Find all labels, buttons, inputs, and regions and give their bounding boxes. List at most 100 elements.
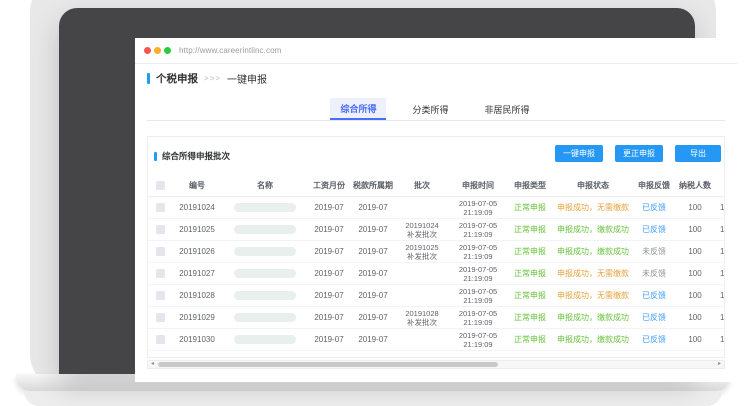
cell-truncated-value: 11	[716, 203, 725, 212]
cell-declare-type: 正常申报	[508, 202, 552, 213]
name-redacted-pill	[234, 225, 296, 234]
cell-taxpayer-count: 100	[674, 247, 716, 256]
name-redacted-pill	[234, 247, 296, 256]
cell-declare-type: 正常申报	[508, 334, 552, 345]
cell-tax-period: 2019-07	[350, 225, 396, 234]
table-row: 20191029 2019-07 2019-07 20191028 补发批次 2…	[148, 307, 725, 329]
cell-tax-period: 2019-07	[350, 313, 396, 322]
page-title: 个税申报	[156, 71, 198, 86]
cell-declare-type: 正常申报	[508, 312, 552, 323]
cell-taxpayer-count: 100	[674, 225, 716, 234]
row-checkbox[interactable]	[156, 335, 165, 344]
cell-truncated-value: 11	[716, 225, 725, 234]
row-checkbox[interactable]	[156, 203, 165, 212]
cell-batch-id: 20191027	[172, 269, 222, 278]
batch-panel: 综合所得申报批次 一键申报 更正申报 导出 编号 名称 工资月份 税款所属期 批…	[147, 136, 725, 358]
col-header-name: 名称	[222, 180, 308, 191]
select-all-checkbox[interactable]	[156, 181, 165, 190]
cell-tax-period: 2019-07	[350, 335, 396, 344]
cell-batch: 20191028 补发批次	[396, 309, 448, 327]
laptop-screen-frame: http://www.careerintlinc.com 个税申报 >>> 一键…	[59, 8, 695, 374]
cell-feedback-link[interactable]: 已反馈	[634, 224, 674, 235]
cell-declare-type: 正常申报	[508, 224, 552, 235]
cell-declare-status: 申报成功，无需缴款	[552, 290, 634, 301]
cell-salary-month: 2019-07	[308, 269, 350, 278]
close-window-icon[interactable]	[144, 47, 151, 54]
scroll-left-icon[interactable]: ◂	[148, 361, 157, 368]
cell-name	[222, 313, 308, 322]
cell-feedback-link: 未反馈	[634, 246, 674, 257]
cell-batch-id: 20191029	[172, 313, 222, 322]
cell-salary-month: 2019-07	[308, 203, 350, 212]
cell-name	[222, 203, 308, 212]
horizontal-scrollbar[interactable]: ◂ ▸	[147, 360, 725, 369]
cell-declare-time: 2019-07-05 21:19:09	[448, 243, 508, 261]
cell-name	[222, 335, 308, 344]
address-bar[interactable]: http://www.careerintlinc.com	[179, 46, 281, 55]
cell-declare-time: 2019-07-05 21:19:09	[448, 265, 508, 283]
cell-feedback-link[interactable]: 已反馈	[634, 290, 674, 301]
accent-bar-icon	[147, 73, 150, 84]
cell-declare-status: 申报成功，无需缴款	[552, 202, 634, 213]
cell-declare-type: 正常申报	[508, 246, 552, 257]
cell-taxpayer-count: 100	[674, 335, 716, 344]
cell-feedback-link[interactable]: 已反馈	[634, 202, 674, 213]
cell-declare-time: 2019-07-05 21:19:09	[448, 199, 508, 217]
cell-declare-time: 2019-07-05 21:19:09	[448, 309, 508, 327]
row-checkbox[interactable]	[156, 247, 165, 256]
scrollbar-thumb[interactable]	[158, 362, 498, 367]
col-header-time: 申报时间	[448, 180, 508, 191]
name-redacted-pill	[234, 203, 296, 212]
correct-declare-button[interactable]: 更正申报	[615, 145, 663, 162]
cell-declare-time: 2019-07-05 21:19:09	[448, 287, 508, 305]
cell-batch: 20191024 补发批次	[396, 221, 448, 239]
one-click-declare-button[interactable]: 一键申报	[555, 145, 603, 162]
cell-truncated-value: 11	[716, 335, 725, 344]
table-row: 20191025 2019-07 2019-07 20191024 补发批次 2…	[148, 219, 725, 241]
table-row: 20191028 2019-07 2019-07 2019-07-05 21:1…	[148, 285, 725, 307]
name-redacted-pill	[234, 313, 296, 322]
tab-comprehensive-income[interactable]: 综合所得	[330, 98, 386, 120]
cell-feedback-link[interactable]: 已反馈	[634, 312, 674, 323]
cell-batch-id: 20191026	[172, 247, 222, 256]
col-header-feedback: 申报反馈	[634, 180, 674, 191]
scroll-right-icon[interactable]: ▸	[715, 361, 724, 368]
cell-declare-status: 申报成功，缴款成功	[552, 246, 634, 257]
cell-batch-id: 20191030	[172, 335, 222, 344]
tab-nonresident-income[interactable]: 非居民所得	[475, 98, 540, 120]
row-checkbox[interactable]	[156, 313, 165, 322]
row-checkbox[interactable]	[156, 291, 165, 300]
tabs-divider	[147, 120, 725, 121]
zoom-window-icon[interactable]	[164, 47, 171, 54]
cell-declare-type: 正常申报	[508, 268, 552, 279]
tab-classified-income[interactable]: 分类所得	[402, 98, 458, 120]
export-button[interactable]: 导出	[675, 145, 721, 162]
minimize-window-icon[interactable]	[154, 47, 161, 54]
col-header-taxpayers: 纳税人数	[674, 180, 716, 191]
cell-declare-time: 2019-07-05 21:19:09	[448, 331, 508, 349]
col-header-taxperiod: 税款所属期	[350, 180, 396, 191]
cell-batch-id: 20191028	[172, 291, 222, 300]
batch-table: 编号 名称 工资月份 税款所属期 批次 申报时间 申报类型 申报状态 申报反馈 …	[148, 175, 725, 351]
table-row: 20191030 2019-07 2019-07 2019-07-05 21:1…	[148, 329, 725, 351]
cell-feedback-link[interactable]: 已反馈	[634, 334, 674, 345]
row-checkbox[interactable]	[156, 269, 165, 278]
table-row: 20191024 2019-07 2019-07 2019-07-05 21:1…	[148, 197, 725, 219]
cell-declare-status: 申报成功，缴款成功	[552, 224, 634, 235]
row-checkbox[interactable]	[156, 225, 165, 234]
cell-tax-period: 2019-07	[350, 203, 396, 212]
browser-chrome: http://www.careerintlinc.com	[135, 38, 737, 64]
col-header-id: 编号	[172, 180, 222, 191]
cell-truncated-value: 11	[716, 313, 725, 322]
accent-bar-icon	[154, 152, 157, 161]
cell-declare-status: 申报成功，缴款成功	[552, 312, 634, 323]
cell-declare-status: 申报成功，无需缴款	[552, 268, 634, 279]
cell-name	[222, 291, 308, 300]
panel-header: 综合所得申报批次 一键申报 更正申报 导出	[148, 137, 724, 175]
cell-salary-month: 2019-07	[308, 225, 350, 234]
income-type-tabs: 综合所得 分类所得 非居民所得	[285, 98, 585, 120]
cell-taxpayer-count: 100	[674, 313, 716, 322]
col-header-batch: 批次	[396, 180, 448, 191]
panel-title: 综合所得申报批次	[154, 150, 230, 162]
cell-salary-month: 2019-07	[308, 291, 350, 300]
